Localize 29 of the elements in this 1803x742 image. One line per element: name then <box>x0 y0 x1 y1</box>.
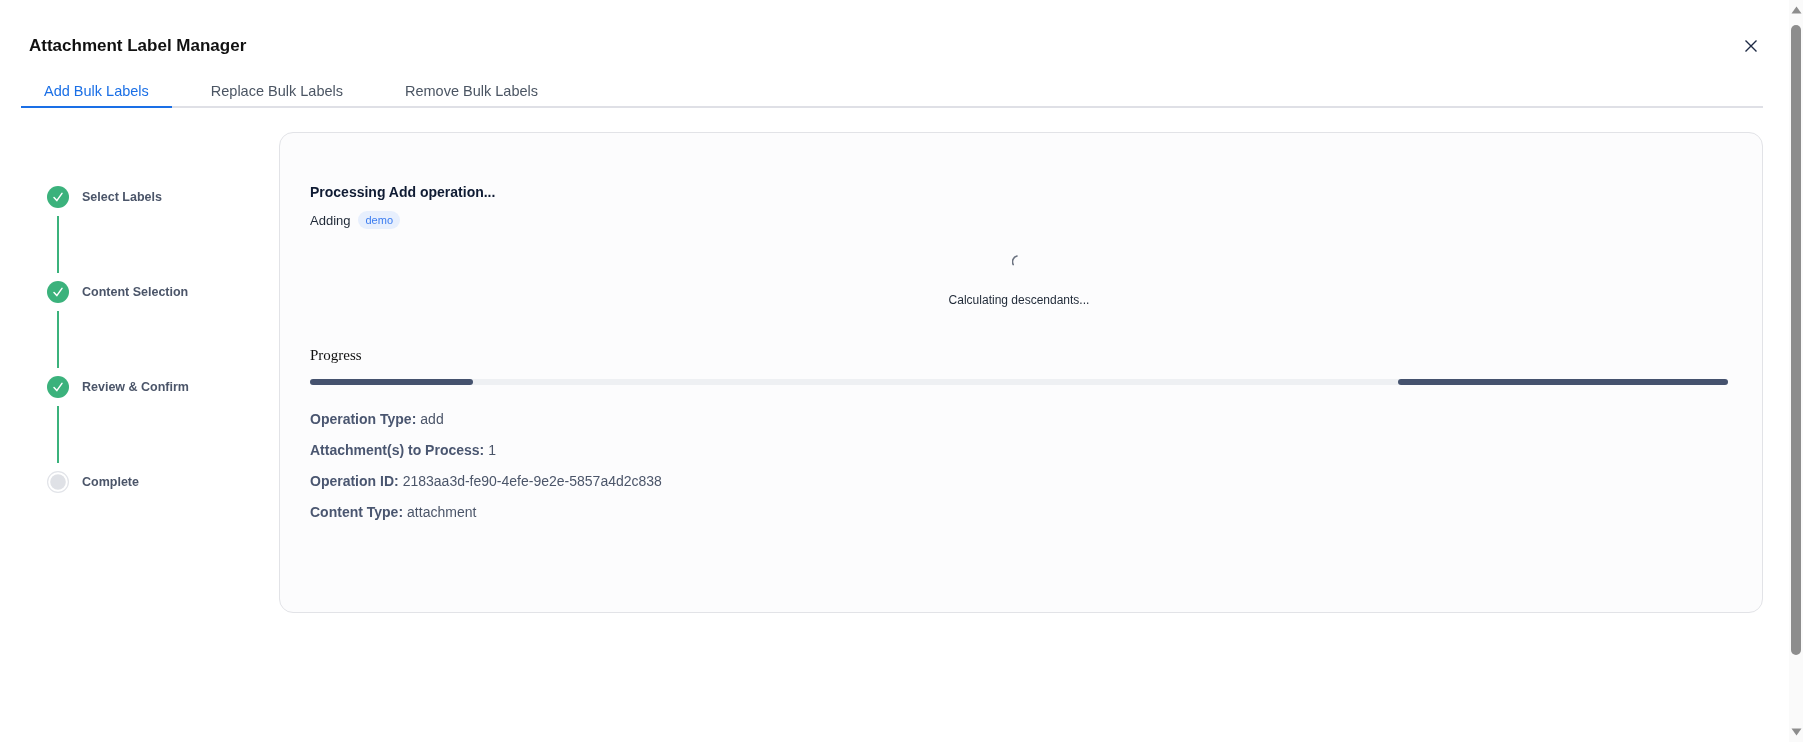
dialog-title: Attachment Label Manager <box>29 35 247 57</box>
step-label: Complete <box>82 475 139 489</box>
detail-value: attachment <box>407 504 477 520</box>
detail-label: Operation ID: <box>310 473 399 489</box>
tab[interactable]: Add Bulk Labels <box>21 76 172 108</box>
step-connector <box>57 406 59 463</box>
step-label: Review & Confirm <box>82 380 189 394</box>
status-text: Calculating descendants... <box>948 292 1090 309</box>
progress-label: Progress <box>310 346 363 365</box>
label-tag: demo <box>358 211 400 229</box>
action-text: Adding <box>310 212 351 228</box>
processing-heading: Processing Add operation... <box>310 183 497 202</box>
scrollbar-thumb[interactable] <box>1791 25 1801 655</box>
step-label: Select Labels <box>82 190 162 204</box>
scroll-down-icon[interactable] <box>1790 728 1802 736</box>
detail-label: Operation Type: <box>310 411 417 427</box>
detail-value: add <box>420 411 444 427</box>
step-connector <box>57 311 59 368</box>
detail-label: Attachment(s) to Process: <box>310 442 485 458</box>
tab[interactable]: Remove Bulk Labels <box>382 76 561 108</box>
spinner-icon <box>1012 255 1018 267</box>
close-icon <box>1745 40 1757 52</box>
step-label: Content Selection <box>82 285 189 299</box>
detail-label: Content Type: <box>310 504 404 520</box>
scroll-up-icon[interactable] <box>1790 6 1802 14</box>
detail-value: 1 <box>488 442 497 458</box>
tab[interactable]: Replace Bulk Labels <box>187 76 366 108</box>
step-connector <box>57 216 59 273</box>
detail-value: 2183aa3d-fe90-4efe-9e2e-5857a4d2c838 <box>402 473 662 489</box>
